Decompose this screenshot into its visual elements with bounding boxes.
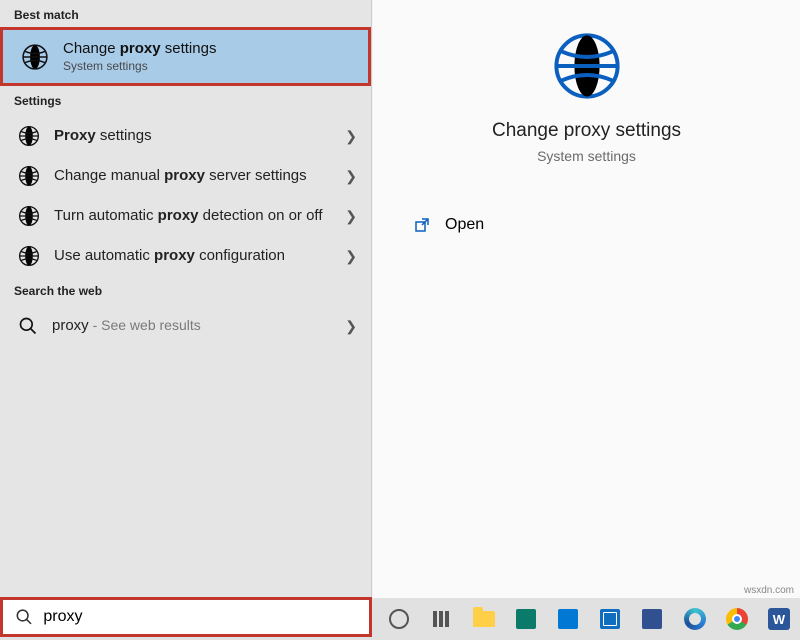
section-search-web: Search the web — [0, 276, 371, 306]
mail-icon — [558, 609, 578, 629]
chevron-right-icon: ❯ — [345, 128, 357, 145]
section-best-match: Best match — [0, 0, 371, 30]
open-icon — [413, 216, 431, 234]
task-view-button[interactable] — [420, 598, 462, 640]
detail-pane: Change proxy settings System settings Op… — [373, 0, 800, 598]
cortana-button[interactable] — [378, 598, 420, 640]
chevron-right-icon: ❯ — [345, 248, 357, 265]
section-settings: Settings — [0, 86, 371, 116]
watermark: wsxdn.com — [744, 585, 794, 596]
mail-button[interactable] — [547, 598, 589, 640]
globe-icon — [18, 125, 40, 147]
settings-item[interactable]: Change manual proxy server settings ❯ — [0, 156, 371, 196]
detail-subtitle: System settings — [373, 148, 800, 164]
folder-icon — [473, 611, 495, 627]
chevron-right-icon: ❯ — [345, 168, 357, 185]
app-icon — [642, 609, 662, 629]
open-action[interactable]: Open — [373, 204, 800, 246]
task-view-icon — [433, 611, 449, 627]
search-results-pane: Best match Change proxy settings System … — [0, 0, 372, 598]
file-explorer-button[interactable] — [462, 598, 504, 640]
word-icon: W — [768, 608, 790, 630]
edge-icon — [684, 608, 706, 630]
outlook-button[interactable] — [589, 598, 631, 640]
search-icon — [18, 316, 38, 336]
search-icon — [15, 607, 33, 627]
settings-item[interactable]: Use automatic proxy configuration ❯ — [0, 236, 371, 276]
outlook-icon — [600, 609, 620, 629]
globe-icon — [18, 245, 40, 267]
search-bar[interactable] — [0, 597, 372, 637]
best-match-item[interactable]: Change proxy settings System settings — [0, 27, 371, 86]
search-input[interactable] — [43, 608, 357, 626]
detail-title: Change proxy settings — [373, 120, 800, 142]
globe-icon — [18, 205, 40, 227]
chevron-right-icon: ❯ — [345, 208, 357, 225]
globe-icon — [551, 30, 623, 102]
chrome-icon — [726, 608, 748, 630]
store-icon — [516, 609, 536, 629]
web-result-item[interactable]: proxy - See web results ❯ — [0, 306, 371, 346]
app-button[interactable] — [631, 598, 673, 640]
globe-icon — [18, 165, 40, 187]
chrome-button[interactable] — [716, 598, 758, 640]
globe-icon — [21, 43, 49, 71]
store-button[interactable] — [505, 598, 547, 640]
settings-item[interactable]: Turn automatic proxy detection on or off… — [0, 196, 371, 236]
chevron-right-icon: ❯ — [345, 318, 357, 335]
best-match-subtitle: System settings — [63, 59, 216, 73]
best-match-title: Change proxy settings — [63, 40, 216, 57]
settings-item[interactable]: Proxy settings ❯ — [0, 116, 371, 156]
word-button[interactable]: W — [758, 598, 800, 640]
edge-button[interactable] — [673, 598, 715, 640]
open-label: Open — [445, 216, 484, 234]
cortana-icon — [389, 609, 409, 629]
